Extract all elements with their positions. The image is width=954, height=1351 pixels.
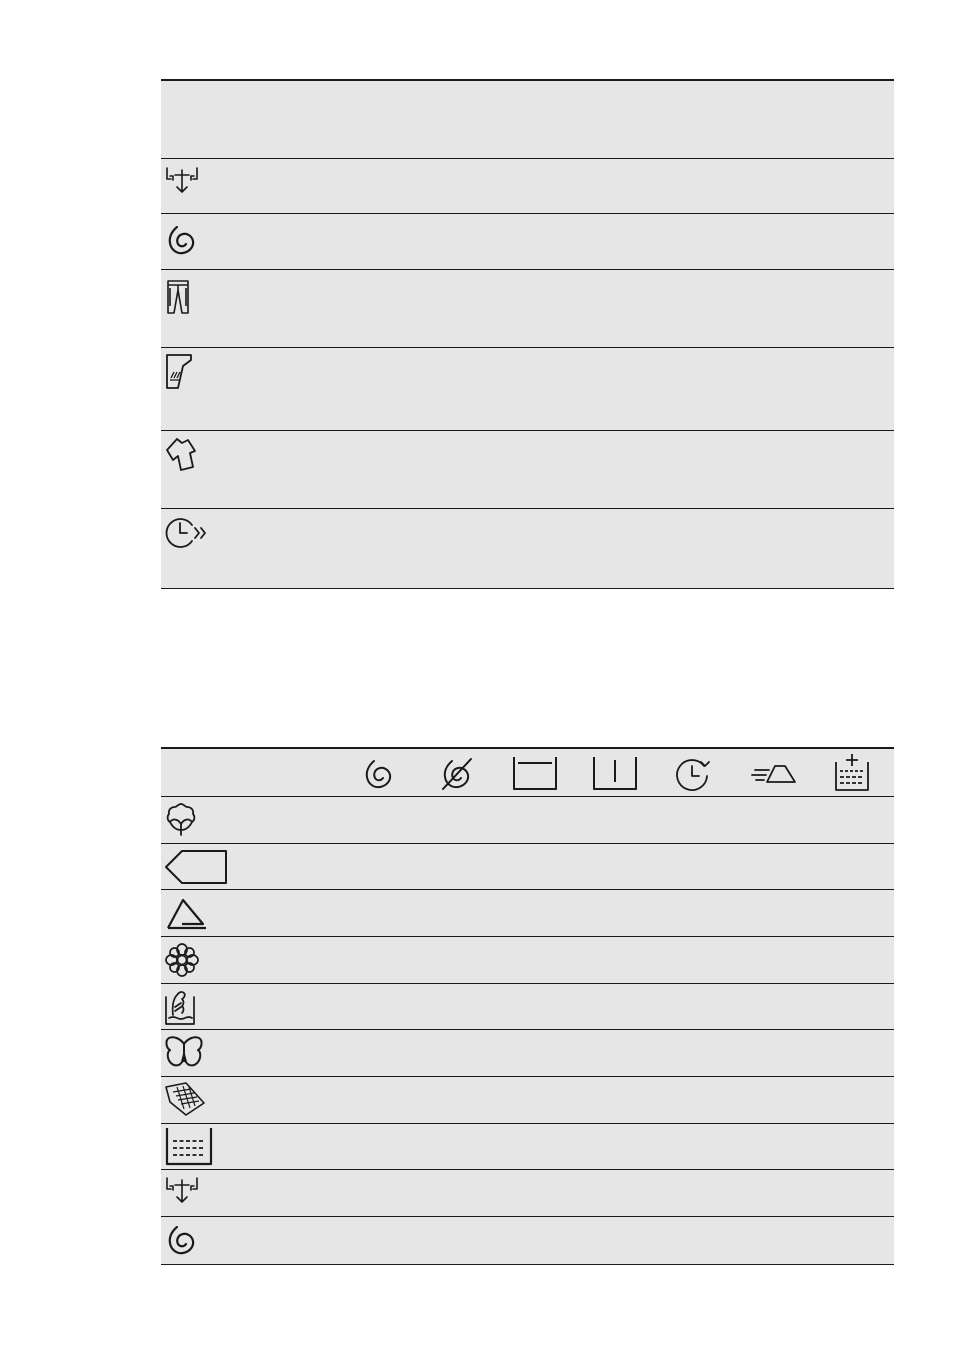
start-pause-icon bbox=[593, 756, 637, 790]
jeans-icon bbox=[166, 280, 190, 314]
row-divider bbox=[161, 1029, 894, 1030]
header-divider bbox=[161, 158, 894, 159]
row-divider bbox=[161, 936, 894, 937]
delicates-icon bbox=[165, 943, 199, 977]
extra-rinse-icon bbox=[835, 753, 869, 791]
curtains-icon bbox=[166, 354, 192, 390]
drain-icon bbox=[166, 167, 198, 199]
row-divider bbox=[161, 508, 894, 509]
program-options-table bbox=[161, 747, 894, 1265]
spin-icon bbox=[364, 758, 394, 790]
delay-start-icon bbox=[676, 758, 712, 792]
row-divider bbox=[161, 213, 894, 214]
row-divider bbox=[161, 269, 894, 270]
no-spin-icon bbox=[440, 756, 474, 792]
row-divider bbox=[161, 347, 894, 348]
duvet-icon bbox=[164, 1082, 206, 1116]
row-divider bbox=[161, 1169, 894, 1170]
easy-iron-icon bbox=[751, 762, 797, 786]
header-divider bbox=[161, 796, 894, 797]
synthetics-icon bbox=[165, 850, 227, 884]
row-divider bbox=[161, 983, 894, 984]
spin-icon bbox=[167, 1225, 197, 1255]
row-divider bbox=[161, 1216, 894, 1217]
wool-handwash-icon bbox=[165, 989, 195, 1025]
mixed-icon bbox=[166, 896, 208, 930]
row-divider bbox=[161, 430, 894, 431]
row-divider bbox=[161, 889, 894, 890]
row-divider bbox=[161, 843, 894, 844]
rinse-icon bbox=[166, 1127, 212, 1165]
silk-icon bbox=[165, 1036, 203, 1070]
eco-cotton-icon bbox=[165, 802, 197, 836]
spin-icon bbox=[167, 225, 197, 255]
rinse-hold-icon bbox=[513, 756, 557, 790]
drain-icon bbox=[166, 1177, 198, 1209]
quick-time-icon bbox=[165, 516, 209, 550]
sportswear-icon bbox=[165, 437, 201, 471]
row-divider bbox=[161, 1076, 894, 1077]
program-description-table bbox=[161, 79, 894, 589]
row-divider bbox=[161, 1123, 894, 1124]
